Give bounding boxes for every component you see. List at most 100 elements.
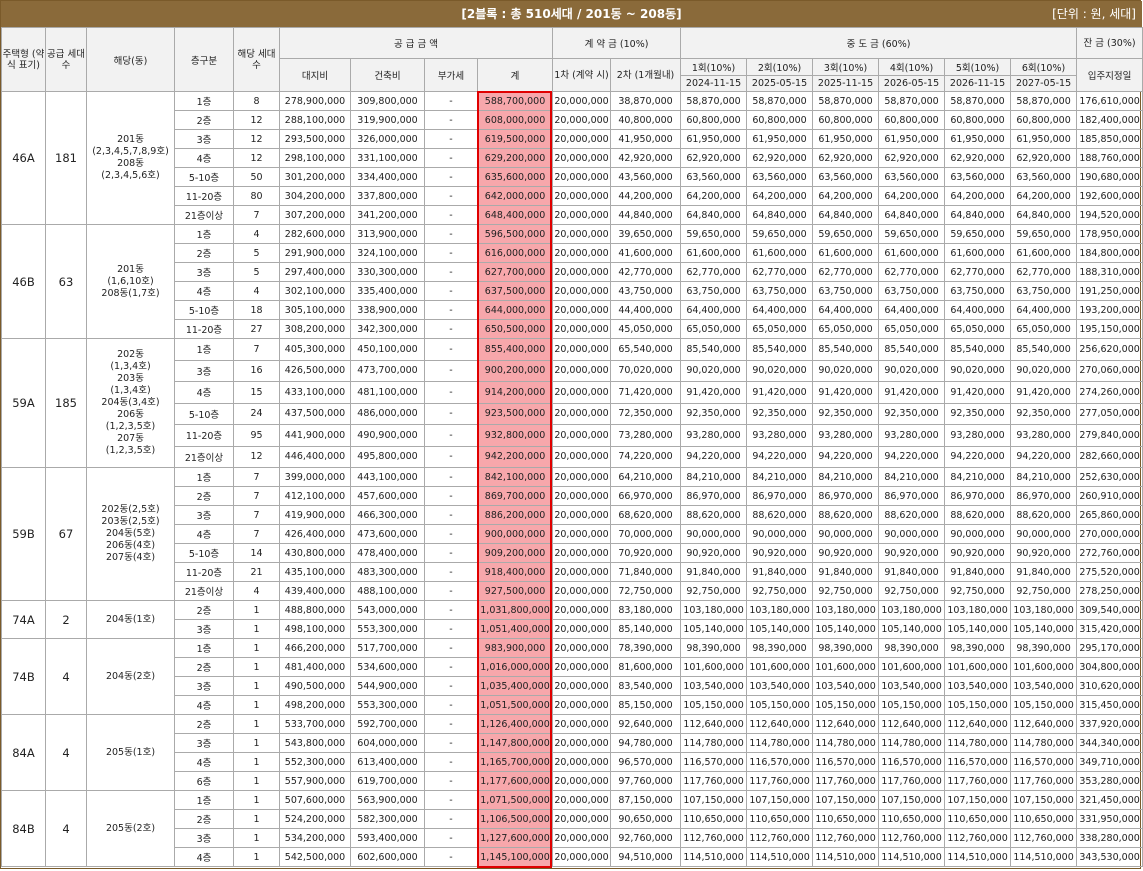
units: 24 <box>233 402 280 425</box>
deposit-1: 20,000,000 <box>552 562 612 582</box>
middle-payment-3: 64,400,000 <box>812 300 880 320</box>
units: 21 <box>233 562 280 582</box>
floor: 4층 <box>174 695 234 715</box>
middle-payment-6: 91,840,000 <box>1010 562 1078 582</box>
deposit-2: 71,420,000 <box>610 381 682 404</box>
middle-payment-5: 90,020,000 <box>944 359 1012 382</box>
units: 1 <box>233 752 280 772</box>
land-price: 399,000,000 <box>279 467 351 487</box>
balance: 195,150,000 <box>1076 319 1143 339</box>
header-m2: 2회(10%) <box>746 58 814 76</box>
floor: 11-20층 <box>174 319 234 339</box>
total-price: 869,700,000 <box>476 486 554 506</box>
middle-payment-3: 101,600,000 <box>812 657 880 677</box>
middle-payment-5: 117,760,000 <box>944 771 1012 791</box>
total-price: 1,106,500,000 <box>476 809 554 829</box>
middle-payment-6: 114,510,000 <box>1010 847 1078 867</box>
land-price: 498,100,000 <box>279 619 351 639</box>
units: 8 <box>233 91 280 111</box>
header-supply-price: 공 급 금 액 <box>278 27 554 59</box>
floor: 5-10층 <box>174 300 234 320</box>
middle-payment-6: 91,420,000 <box>1010 381 1078 404</box>
deposit-2: 83,180,000 <box>610 600 682 620</box>
middle-payment-3: 116,570,000 <box>812 752 880 772</box>
units: 27 <box>233 319 280 339</box>
floor: 3층 <box>174 676 234 696</box>
middle-payment-3: 59,650,000 <box>812 224 880 244</box>
deposit-2: 40,800,000 <box>610 110 682 130</box>
deposit-1: 20,000,000 <box>552 600 612 620</box>
floor: 2층 <box>174 600 234 620</box>
deposit-2: 38,870,000 <box>610 91 682 111</box>
units: 12 <box>233 110 280 130</box>
vat: - <box>424 467 478 487</box>
balance: 270,000,000 <box>1076 524 1143 544</box>
building-price: 457,600,000 <box>350 486 425 506</box>
middle-payment-3: 92,750,000 <box>812 581 880 601</box>
middle-payment-2: 91,420,000 <box>746 381 814 404</box>
header-vat: 부가세 <box>424 58 478 92</box>
building-price: 481,100,000 <box>350 381 425 404</box>
balance: 295,170,000 <box>1076 638 1143 658</box>
unit-type: 74B <box>1 638 46 715</box>
table-body: 46A 181 201동 (2,3,4,5,7,8,9호) 208동 (2,3,4,5,6… <box>1 91 1143 867</box>
total-price: 627,700,000 <box>476 262 554 282</box>
middle-payment-2: 114,510,000 <box>746 847 814 867</box>
floor: 4층 <box>174 281 234 301</box>
total-price: 619,500,000 <box>476 129 554 149</box>
middle-payment-1: 64,840,000 <box>680 205 748 225</box>
middle-payment-1: 64,400,000 <box>680 300 748 320</box>
middle-payment-1: 92,350,000 <box>680 402 748 425</box>
middle-payment-5: 64,200,000 <box>944 186 1012 206</box>
unit-type: 59A <box>1 338 46 468</box>
balance: 331,950,000 <box>1076 809 1143 829</box>
deposit-2: 72,750,000 <box>610 581 682 601</box>
land-price: 297,400,000 <box>279 262 351 282</box>
total-price: 918,400,000 <box>476 562 554 582</box>
deposit-2: 66,970,000 <box>610 486 682 506</box>
floor: 4층 <box>174 524 234 544</box>
middle-payment-6: 63,750,000 <box>1010 281 1078 301</box>
vat: - <box>424 402 478 425</box>
land-price: 488,800,000 <box>279 600 351 620</box>
header-type: 주택형 (약식 표기) <box>1 27 46 92</box>
middle-payment-5: 94,220,000 <box>944 445 1012 468</box>
middle-payment-2: 60,800,000 <box>746 110 814 130</box>
middle-payment-6: 63,560,000 <box>1010 167 1078 187</box>
middle-payment-1: 63,560,000 <box>680 167 748 187</box>
middle-payment-3: 107,150,000 <box>812 790 880 810</box>
units: 16 <box>233 359 280 382</box>
balance: 188,310,000 <box>1076 262 1143 282</box>
deposit-1: 20,000,000 <box>552 524 612 544</box>
middle-payment-5: 112,640,000 <box>944 714 1012 734</box>
units: 4 <box>233 281 280 301</box>
middle-payment-6: 110,650,000 <box>1010 809 1078 829</box>
middle-payment-3: 64,200,000 <box>812 186 880 206</box>
middle-payment-2: 84,210,000 <box>746 467 814 487</box>
deposit-2: 41,600,000 <box>610 243 682 263</box>
middle-payment-2: 58,870,000 <box>746 91 814 111</box>
middle-payment-4: 116,570,000 <box>878 752 946 772</box>
land-price: 481,400,000 <box>279 657 351 677</box>
deposit-1: 20,000,000 <box>552 319 612 339</box>
vat: - <box>424 676 478 696</box>
floor: 2층 <box>174 657 234 677</box>
land-price: 405,300,000 <box>279 338 351 361</box>
middle-payment-4: 114,780,000 <box>878 733 946 753</box>
balance: 270,060,000 <box>1076 359 1143 382</box>
middle-payment-2: 112,640,000 <box>746 714 814 734</box>
balance: 178,950,000 <box>1076 224 1143 244</box>
dong-list: 201동 (2,3,4,5,7,8,9호) 208동 (2,3,4,5,6호) <box>86 91 175 225</box>
middle-payment-3: 90,000,000 <box>812 524 880 544</box>
table-row: 59A 185 202동 (1,3,4호) 203동 (1,3,4호) 204동(3,4호)… <box>1 338 1143 468</box>
middle-payment-6: 84,210,000 <box>1010 467 1078 487</box>
deposit-1: 20,000,000 <box>552 281 612 301</box>
units: 1 <box>233 657 280 677</box>
middle-payment-5: 58,870,000 <box>944 91 1012 111</box>
deposit-2: 97,760,000 <box>610 771 682 791</box>
middle-payment-1: 90,000,000 <box>680 524 748 544</box>
vat: - <box>424 619 478 639</box>
middle-payment-2: 90,000,000 <box>746 524 814 544</box>
floor: 11-20층 <box>174 562 234 582</box>
total-price: 886,200,000 <box>476 505 554 525</box>
